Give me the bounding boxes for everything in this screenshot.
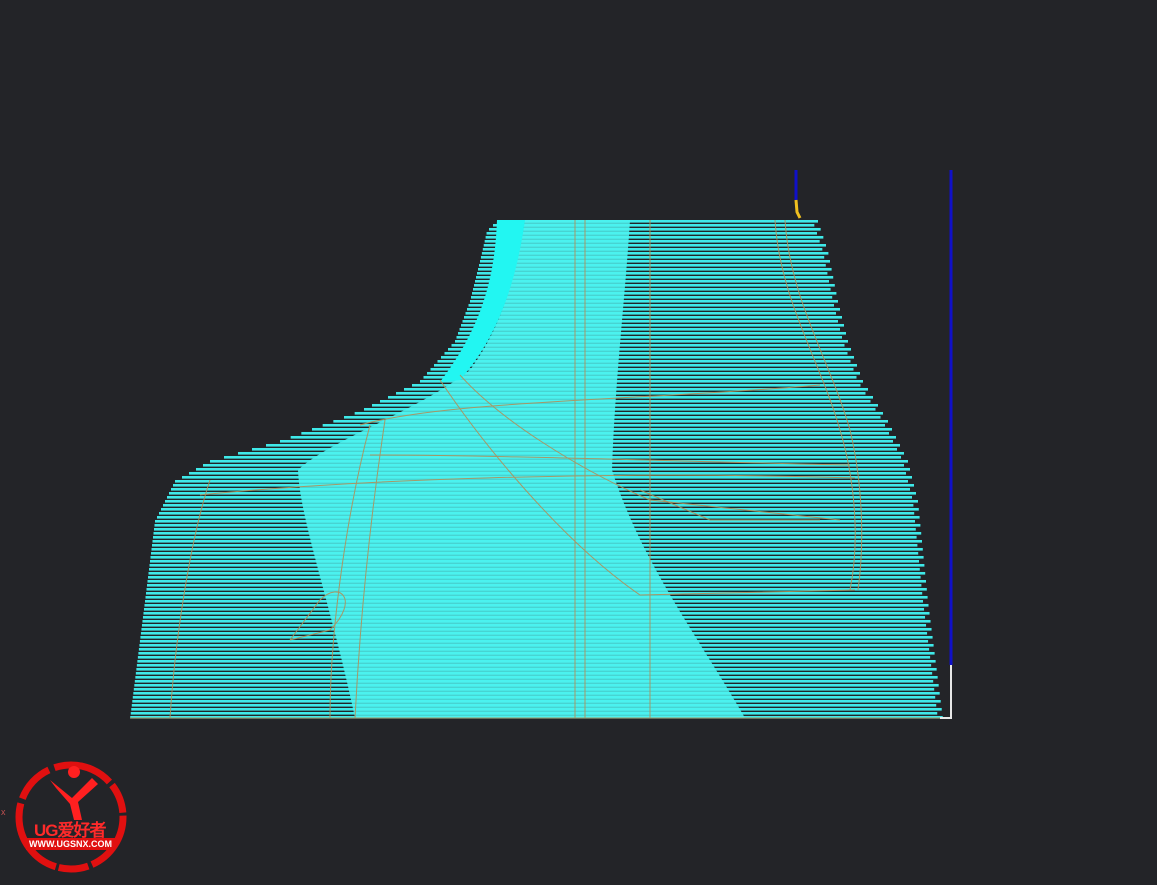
toolpath-view — [130, 170, 953, 719]
tool-tip — [794, 199, 802, 219]
graphics-viewport[interactable]: x UG爱好者 WWW.UGSNX.COM — [0, 0, 1157, 885]
ug-logo: UG爱好者 WWW.UGSNX.COM — [12, 758, 130, 876]
axis-label: x — [1, 807, 6, 817]
logo-url: WWW.UGSNX.COM — [26, 838, 115, 850]
